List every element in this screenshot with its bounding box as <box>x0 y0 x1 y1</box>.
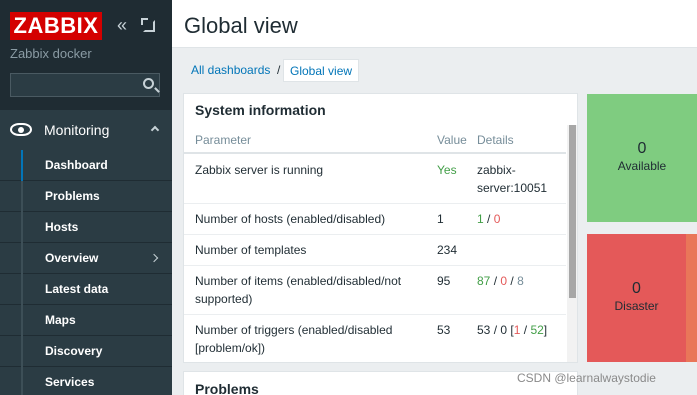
menu-item-label: Services <box>45 375 95 389</box>
menu-item-label: Hosts <box>45 220 79 234</box>
widget-title: Problems <box>195 381 259 395</box>
table-row: Number of templates 234 <box>184 235 566 266</box>
search-input[interactable] <box>10 73 160 97</box>
row-details: 1 / 0 <box>477 212 501 226</box>
disaster-label: Disaster <box>614 299 659 313</box>
row-parameter: Number of items (enabled/disabled/not su… <box>195 274 402 306</box>
widget-title: System information <box>195 102 326 118</box>
menu-item-services[interactable]: Services <box>0 367 172 395</box>
menu-item-label: Problems <box>45 189 100 203</box>
system-info-table: Parameter Value Details Zabbix server is… <box>184 125 566 362</box>
disabled-count: 0 <box>493 212 501 226</box>
enabled-count: 53 <box>477 323 491 337</box>
menu-item-label: Discovery <box>45 344 103 358</box>
tile-high[interactable] <box>686 234 697 362</box>
row-details: zabbix-server:10051 <box>477 163 548 195</box>
page-header: Global view <box>172 0 697 48</box>
zabbix-logo[interactable]: ZABBIX <box>10 12 102 40</box>
menu-item-label: Latest data <box>45 282 109 296</box>
row-parameter: Number of hosts (enabled/disabled) <box>195 212 386 226</box>
scrollbar-thumb[interactable] <box>569 125 576 298</box>
row-details: 87 / 0 / 8 <box>477 274 524 288</box>
table-row: Number of triggers (enabled/disabled [pr… <box>184 315 566 362</box>
collapse-sidebar-icon[interactable]: « <box>117 16 127 34</box>
row-parameter: Number of templates <box>195 243 307 257</box>
table-row: Number of items (enabled/disabled/not su… <box>184 266 566 315</box>
column-header-details: Details <box>477 133 514 147</box>
row-value: 234 <box>437 243 458 257</box>
row-value: 1 <box>437 212 444 226</box>
table-row: Number of hosts (enabled/disabled) 1 1 /… <box>184 204 566 235</box>
menu-item-overview[interactable]: Overview <box>0 243 172 274</box>
search-icon[interactable] <box>143 78 154 89</box>
kiosk-mode-icon[interactable] <box>141 18 155 32</box>
ok-count: 52 <box>530 323 544 337</box>
chevron-right-icon <box>149 253 159 263</box>
breadcrumb-all-dashboards[interactable]: All dashboards <box>191 63 270 77</box>
table-row: Zabbix server is running Yes zabbix-serv… <box>184 154 566 204</box>
chevron-up-icon <box>150 125 160 135</box>
tile-disaster[interactable]: 0 Disaster <box>587 234 686 362</box>
column-header-value: Value <box>437 133 467 147</box>
menu-item-maps[interactable]: Maps <box>0 305 172 336</box>
menu-items: Dashboard Problems Hosts Overview Latest… <box>0 150 172 395</box>
row-value: 53 <box>437 323 451 337</box>
row-parameter: Number of triggers (enabled/disabled [pr… <box>195 323 393 355</box>
eye-icon <box>10 123 32 136</box>
tile-available[interactable]: 0 Available <box>587 94 697 222</box>
server-name: Zabbix docker <box>10 46 92 61</box>
row-value: 95 <box>437 274 451 288</box>
menu-item-label: Overview <box>45 251 99 265</box>
menu-item-problems[interactable]: Problems <box>0 181 172 212</box>
system-information-widget: System information Parameter Value Detai… <box>183 93 578 363</box>
problem-count: 1 <box>513 323 521 337</box>
row-parameter: Zabbix server is running <box>195 163 324 177</box>
enabled-count: 1 <box>477 212 484 226</box>
available-label: Available <box>617 159 667 173</box>
sidebar: ZABBIX « Zabbix docker Monitoring Dashbo… <box>0 0 172 395</box>
disabled-count: 0 <box>500 274 508 288</box>
disaster-count: 0 <box>632 280 641 297</box>
menu-section-monitoring[interactable]: Monitoring <box>0 110 172 150</box>
menu-item-discovery[interactable]: Discovery <box>0 336 172 367</box>
available-count: 0 <box>637 140 647 157</box>
menu-item-hosts[interactable]: Hosts <box>0 212 172 243</box>
breadcrumb-current[interactable]: Global view <box>283 59 360 82</box>
table-header: Parameter Value Details <box>184 125 566 154</box>
menu-section-label: Monitoring <box>44 122 110 138</box>
scrollbar[interactable] <box>567 125 577 362</box>
row-details: 53 / 0 [1 / 52] <box>477 323 548 337</box>
disabled-count: 0 <box>500 323 508 337</box>
menu-item-dashboard[interactable]: Dashboard <box>0 150 172 181</box>
menu-item-label: Maps <box>45 313 76 327</box>
row-value: Yes <box>437 163 457 177</box>
menu-item-label: Dashboard <box>45 158 108 172</box>
watermark: CSDN @learnalwaystodie <box>517 371 656 385</box>
sidebar-top: ZABBIX « Zabbix docker <box>0 0 172 110</box>
not-supported-count: 8 <box>517 274 524 288</box>
menu-item-latest-data[interactable]: Latest data <box>0 274 172 305</box>
page-title: Global view <box>184 13 298 38</box>
column-header-parameter: Parameter <box>195 133 252 147</box>
enabled-count: 87 <box>477 274 491 288</box>
breadcrumb-separator: / <box>277 63 281 77</box>
